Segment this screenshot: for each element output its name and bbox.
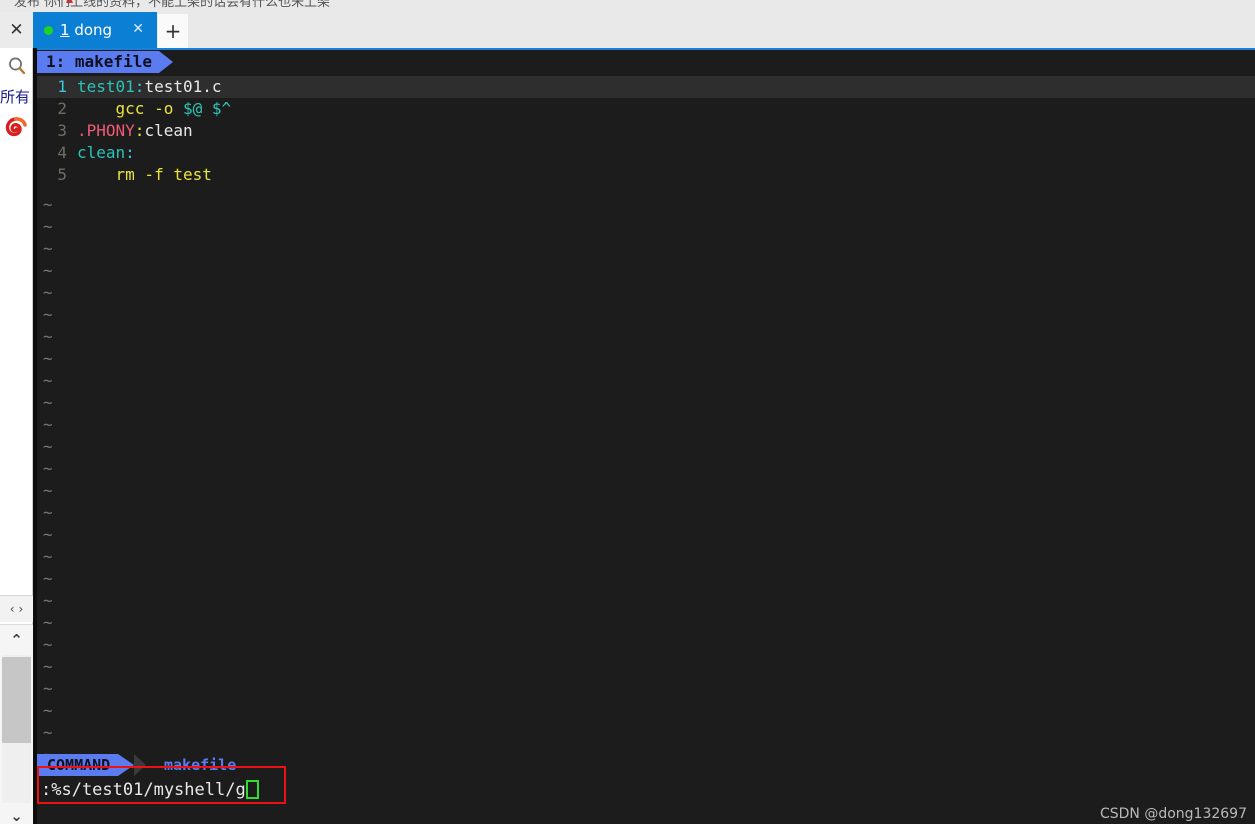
code-token: .PHONY [77,121,135,140]
empty-line-marker: ~ [43,239,53,258]
empty-line-marker: ~ [43,591,53,610]
text-cursor [245,780,259,799]
line-number: 5 [57,165,67,184]
vim-command-line[interactable]: :%s/test01/myshell/g [37,778,1255,802]
terminal-top-accent [33,48,1255,50]
scrollbar-thumb[interactable] [2,657,31,743]
tab-name: dong [69,21,113,39]
empty-line-marker: ~ [43,503,53,522]
vim-empty-line-markers: ~~~~~~~~~~~~~~~~~~~~~~~~~~ [37,194,97,766]
empty-line-marker: ~ [43,723,53,742]
chevron-right-icon[interactable]: › [19,602,24,616]
search-icon[interactable] [0,52,33,80]
code-line[interactable]: 4 clean: [37,142,1255,164]
terminal-window[interactable]: 1: makefile ~~~~~~~~~~~~~~~~~~~~~~~~~~ 1… [33,48,1255,824]
line-number: 3 [57,121,67,140]
empty-line-marker: ~ [43,481,53,500]
rail-close-button[interactable]: ✕ [0,12,33,48]
chevron-down-icon[interactable]: ⌄ [0,803,33,824]
empty-line-marker: ~ [43,569,53,588]
tab-dong[interactable]: 1 dong ✕ [33,12,157,48]
status-powerline-arrow2-icon [134,754,146,776]
empty-line-marker: ~ [43,635,53,654]
vim-buffer-tab-label[interactable]: 1: makefile [37,51,159,73]
vim-command-text: :%s/test01/myshell/g [41,780,246,800]
rail-horizontal-nav[interactable]: ‹ › [0,596,33,622]
code-line[interactable]: 3 .PHONY:clean [37,120,1255,142]
code-line[interactable]: 5 rm -f test [37,164,1255,186]
empty-line-marker: ~ [43,393,53,412]
empty-line-marker: ~ [43,701,53,720]
line-number: 1 [57,77,67,96]
empty-line-marker: ~ [43,437,53,456]
code-token: : [134,121,145,140]
code-token: : [125,143,135,162]
tab-close-icon[interactable]: ✕ [132,21,144,37]
empty-line-marker: ~ [43,525,53,544]
code-token: test01 [77,77,135,96]
chevron-up-icon[interactable]: ⌃ [0,627,33,653]
watermark-text: CSDN @dong132697 [1099,806,1247,822]
status-dot-icon [44,25,53,35]
empty-line-marker: ~ [43,305,53,324]
vim-buffer-tabline[interactable]: 1: makefile [37,51,173,73]
vim-status-line: COMMAND makefile [37,754,1255,776]
empty-line-marker: ~ [43,415,53,434]
tab-title: 1 dong [60,21,112,39]
empty-line-marker: ~ [43,195,53,214]
empty-line-marker: ~ [43,327,53,346]
code-line[interactable]: 1 test01:test01.c [37,76,1255,98]
empty-line-marker: ~ [43,657,53,676]
empty-line-marker: ~ [43,679,53,698]
empty-line-marker: ~ [43,613,53,632]
terminal-tab-bar: 1 dong ✕ + [33,12,1255,48]
vim-mode-indicator: COMMAND [37,754,119,776]
vim-status-filename: makefile [164,756,237,774]
chevron-left-icon[interactable]: ‹ [10,602,15,616]
code-token: rm -f test [77,165,212,184]
code-token: test01.c [144,77,222,96]
line-number: 4 [57,143,67,162]
empty-line-marker: ~ [43,261,53,280]
spiral-logo-icon [3,116,29,142]
code-token: clean [77,143,126,162]
code-token: $@ $^ [182,99,232,118]
powerline-arrow-icon [158,51,173,73]
code-line[interactable]: 2 gcc -o $@ $^ [37,98,1255,120]
empty-line-marker: ~ [43,349,53,368]
left-rail: ✕ 所有 ‹ › ⌃ ⌄ [0,12,33,824]
vim-code-area[interactable]: 1 test01:test01.c 2 gcc -o $@ $^ 3 .PHONY:cl… [37,76,1255,186]
code-token: : [134,77,145,96]
tab-number: 1 [60,21,70,39]
line-number: 2 [57,99,67,118]
empty-line-marker: ~ [43,283,53,302]
rail-scrollbar[interactable]: ⌃ ⌄ [0,624,33,824]
new-tab-button[interactable]: + [158,14,188,48]
browser-bar-strip: 发布 你们上线的资料，不能上架的话会有什么也未上架 [0,0,1255,12]
status-powerline-arrow-icon [118,754,134,776]
browser-bar-text: 发布 你们上线的资料，不能上架的话会有什么也未上架 [14,0,331,10]
screenshot-root: 发布 你们上线的资料，不能上架的话会有什么也未上架 ✕ 所有 ‹ › ⌃ ⌄ 1… [0,0,1255,824]
empty-line-marker: ~ [43,459,53,478]
rail-label-text: 所有 [0,88,31,106]
empty-line-marker: ~ [43,371,53,390]
code-token: gcc -o [77,99,183,118]
empty-line-marker: ~ [43,217,53,236]
empty-line-marker: ~ [43,547,53,566]
code-token: clean [144,121,193,140]
